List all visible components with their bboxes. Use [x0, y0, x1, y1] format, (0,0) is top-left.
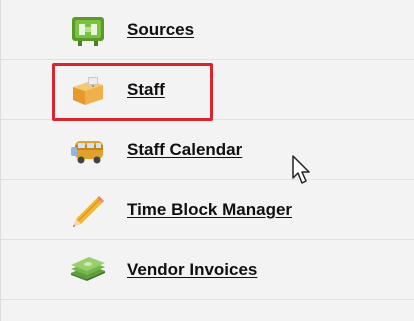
- staff-highlight-box: [52, 63, 213, 121]
- menu-item-label[interactable]: Time Block Manager: [127, 200, 292, 220]
- menu-item-vendor-invoices[interactable]: Vendor Invoices: [1, 240, 414, 300]
- menu-item-label[interactable]: Vendor Invoices: [127, 260, 257, 280]
- pencil-icon: [69, 194, 107, 228]
- menu-item-sources[interactable]: Sources: [1, 0, 414, 60]
- staff-calendar-bus-icon: [69, 133, 107, 167]
- menu-item-label[interactable]: Staff Calendar: [127, 140, 242, 160]
- menu-item-staff-calendar[interactable]: Staff Calendar: [1, 120, 414, 180]
- sources-sign-icon: [69, 14, 107, 48]
- mouse-pointer-icon: [291, 154, 313, 186]
- admin-menu-panel: Sources Staff Staff Calendar Time Block …: [0, 0, 414, 321]
- menu-item-label[interactable]: Sources: [127, 20, 194, 40]
- menu-item-time-block-manager[interactable]: Time Block Manager: [1, 180, 414, 240]
- money-stack-icon: [69, 253, 107, 287]
